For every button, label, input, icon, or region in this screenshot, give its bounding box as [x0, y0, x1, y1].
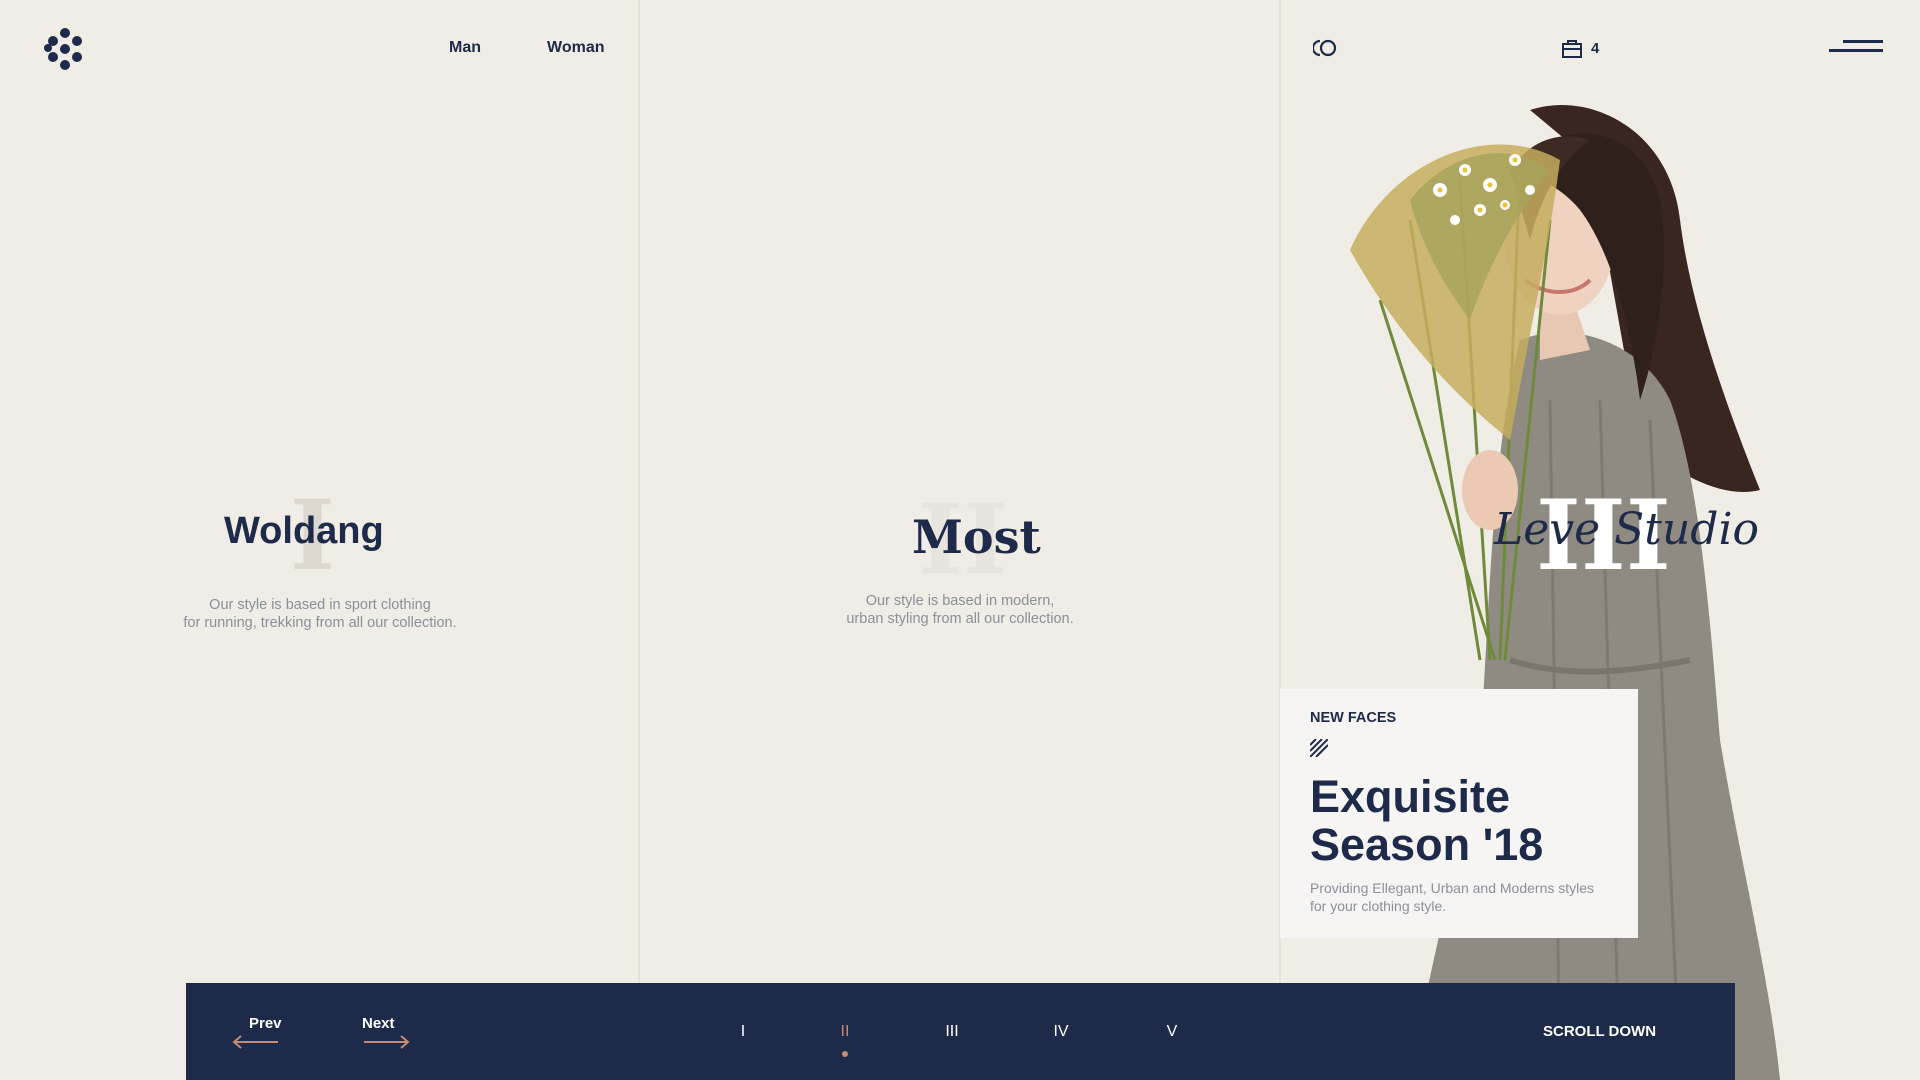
nav-link-man[interactable]: Man	[449, 39, 481, 57]
panel-2-description: Our style is based in modern, urban styl…	[846, 593, 1074, 627]
pager-item-2[interactable]: II	[825, 1023, 865, 1041]
hamburger-menu-icon[interactable]	[1829, 40, 1883, 54]
dots-logo-icon[interactable]	[44, 28, 86, 70]
panel-2-title[interactable]: Most	[912, 510, 1041, 564]
panel-1-title[interactable]: Woldang	[224, 510, 384, 553]
pager-item-1[interactable]: I	[723, 1023, 763, 1041]
next-button[interactable]: Next	[362, 1015, 412, 1055]
arrow-right-icon	[364, 1035, 410, 1049]
promo-title: Exquisite Season '18	[1310, 771, 1544, 870]
nav-link-woman[interactable]: Woman	[547, 39, 604, 57]
pager-item-3[interactable]: III	[932, 1023, 972, 1041]
column-divider-1	[638, 0, 640, 1080]
search-icon[interactable]	[1313, 38, 1339, 58]
panel-1-description: Our style is based in sport clothing for…	[183, 597, 457, 631]
promo-description: Providing Ellegant, Urban and Moderns st…	[1310, 880, 1595, 914]
active-page-dot	[842, 1051, 848, 1057]
diagonal-lines-icon	[1310, 739, 1328, 757]
pager-item-4[interactable]: IV	[1041, 1023, 1081, 1041]
promo-eyebrow: NEW FACES	[1310, 710, 1397, 726]
shopping-bag-icon[interactable]	[1561, 37, 1583, 59]
pager-item-5[interactable]: V	[1152, 1023, 1192, 1041]
panel-3-title[interactable]: Leve Studio	[1494, 504, 1759, 555]
arrow-left-icon	[232, 1035, 278, 1049]
prev-button[interactable]: Prev	[232, 1015, 282, 1055]
cart-count-badge: 4	[1591, 40, 1600, 57]
bottom-navigation-bar: Prev Next I II III IV V SCROLL DOWN	[186, 983, 1735, 1080]
scroll-down-link[interactable]: SCROLL DOWN	[1543, 1023, 1656, 1040]
prev-label: Prev	[249, 1015, 282, 1032]
next-label: Next	[362, 1015, 395, 1032]
promo-card: NEW FACES Exquisite Season '18 Providing…	[1280, 689, 1638, 938]
